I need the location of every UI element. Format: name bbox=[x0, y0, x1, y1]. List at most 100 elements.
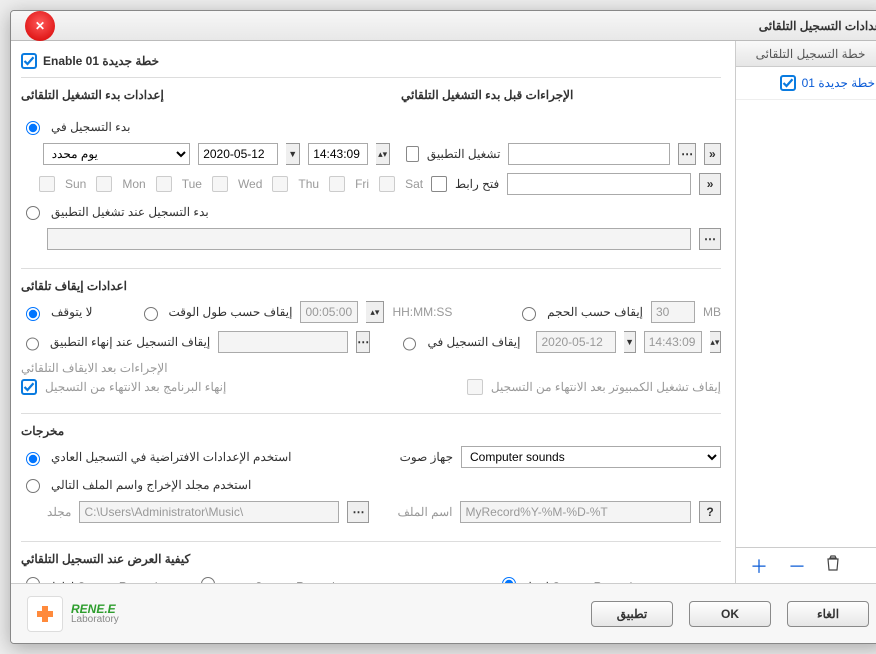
start-at-radio[interactable] bbox=[26, 121, 40, 135]
duration-unit: HH:MM:SS bbox=[392, 305, 452, 319]
cancel-button[interactable]: الغاء bbox=[787, 601, 869, 627]
filename-help[interactable]: ? bbox=[699, 501, 721, 523]
run-app-label: تشغيل التطبيق bbox=[427, 147, 501, 161]
brand-name: RENE.E bbox=[71, 603, 119, 615]
nostop-radio[interactable] bbox=[26, 307, 40, 321]
start-on-app-input[interactable] bbox=[47, 228, 691, 250]
sidebar-header: خطة التسجيل التلقائى bbox=[736, 41, 876, 67]
output-section: مخرجات استخدم الإعدادات الافتراضية في ال… bbox=[21, 424, 721, 542]
autostop-heading: اعدادات إيقاف تلقائى bbox=[21, 279, 721, 293]
check-icon bbox=[23, 55, 35, 67]
sound-device-label: جهاز صوت bbox=[400, 450, 453, 464]
open-link-label: فتح رابط bbox=[455, 177, 499, 191]
stop-time-stepper[interactable]: ▴▾ bbox=[710, 331, 721, 353]
date-picker-button[interactable]: ▼ bbox=[286, 143, 300, 165]
stop-date-input[interactable] bbox=[536, 331, 616, 353]
stop-date-picker[interactable]: ▼ bbox=[624, 331, 635, 353]
time-input[interactable] bbox=[308, 143, 368, 165]
open-link-input[interactable] bbox=[507, 173, 691, 195]
autostart-heading: إعدادات بدء التشغيل التلقائى bbox=[21, 88, 164, 102]
run-app-input[interactable] bbox=[508, 143, 670, 165]
day-fri-label: Fri bbox=[355, 177, 369, 191]
ok-button[interactable]: OK bbox=[689, 601, 771, 627]
stop-on-app-exit-input[interactable] bbox=[218, 331, 348, 353]
start-on-app-label: بدء التسجيل عند تشغيل التطبيق bbox=[51, 205, 209, 219]
enable-checkbox[interactable] bbox=[21, 53, 37, 69]
use-default-radio[interactable] bbox=[26, 452, 40, 466]
main-panel: Enable 01 خطة جديدة إعدادات بدء التشغيل … bbox=[11, 41, 735, 583]
size-input[interactable] bbox=[651, 301, 695, 323]
enable-label: Enable 01 خطة جديدة bbox=[43, 54, 159, 68]
enable-row: Enable 01 خطة جديدة bbox=[21, 53, 721, 78]
brand-logo: RENE.E Laboratory bbox=[27, 596, 119, 632]
day-fri[interactable] bbox=[329, 176, 345, 192]
plan-enabled-icon bbox=[780, 75, 796, 91]
filename-label: اسم الملف bbox=[397, 505, 452, 519]
day-wed[interactable] bbox=[212, 176, 228, 192]
run-app-checkbox[interactable] bbox=[406, 146, 419, 162]
stop-on-app-exit-browse[interactable]: ⋯ bbox=[356, 331, 370, 353]
day-thu-label: Thu bbox=[298, 177, 319, 191]
open-link-go[interactable]: » bbox=[699, 173, 721, 195]
run-app-go[interactable]: » bbox=[704, 143, 721, 165]
use-default-label: استخدم الإعدادات الافتراضية في التسجيل ا… bbox=[51, 450, 292, 464]
time-stepper[interactable]: ▴▾ bbox=[376, 143, 390, 165]
byduration-radio[interactable] bbox=[144, 307, 158, 321]
duration-input[interactable] bbox=[300, 301, 358, 323]
day-tue-label: Tue bbox=[182, 177, 202, 191]
stop-at-radio[interactable] bbox=[403, 337, 416, 351]
day-tue[interactable] bbox=[156, 176, 172, 192]
date-input[interactable] bbox=[198, 143, 278, 165]
folder-browse[interactable]: ⋯ bbox=[347, 501, 369, 523]
run-app-browse[interactable]: ⋯ bbox=[678, 143, 695, 165]
bysize-radio[interactable] bbox=[522, 307, 536, 321]
stop-on-app-exit-radio[interactable] bbox=[26, 337, 39, 351]
trash-icon bbox=[826, 555, 840, 571]
day-mon[interactable] bbox=[96, 176, 112, 192]
start-on-app-radio[interactable] bbox=[26, 206, 40, 220]
custom-folder-radio[interactable] bbox=[26, 479, 40, 493]
add-plan-button[interactable]: ＋ bbox=[750, 553, 768, 579]
sidebar-footer: ＋ － bbox=[736, 547, 876, 583]
check-icon bbox=[782, 77, 794, 89]
stop-time-input[interactable] bbox=[644, 331, 702, 353]
day-sat-label: Sat bbox=[405, 177, 423, 191]
folder-input[interactable] bbox=[79, 501, 339, 523]
quit-after-checkbox[interactable] bbox=[21, 379, 37, 395]
nostop-label: لا يتوقف bbox=[51, 305, 93, 319]
close-button[interactable]: ✕ bbox=[25, 11, 55, 41]
day-sun[interactable] bbox=[39, 176, 55, 192]
day-sun-label: Sun bbox=[65, 177, 86, 191]
after-stop-heading: الإجراءات بعد الايقاف التلقائي bbox=[21, 361, 721, 375]
footer: RENE.E Laboratory تطبيق OK الغاء bbox=[11, 583, 876, 643]
size-unit: MB bbox=[703, 305, 721, 319]
schedule-mode-select[interactable]: يوم محدد bbox=[43, 143, 190, 165]
apply-button[interactable]: تطبيق bbox=[591, 601, 673, 627]
shutdown-label: إيقاف تشغيل الكمبيوتر بعد الانتهاء من ال… bbox=[491, 380, 721, 394]
check-icon bbox=[23, 381, 35, 393]
titlebar: إعدادات التسجيل التلقائى ✕ bbox=[11, 11, 876, 41]
sound-device-select[interactable]: Computer sounds bbox=[461, 446, 721, 468]
sidebar-item-plan[interactable]: خطة جديدة 01 bbox=[736, 67, 876, 100]
close-icon: ✕ bbox=[35, 19, 45, 33]
weekday-row: Sun Mon Tue Wed Thu Fri Sat bbox=[39, 176, 423, 192]
shutdown-checkbox[interactable] bbox=[467, 379, 483, 395]
delete-plan-button[interactable] bbox=[826, 555, 840, 576]
preactions-heading: الإجراءات قبل بدء التشغيل التلقائي bbox=[401, 88, 721, 102]
start-at-label: بدء التسجيل في bbox=[51, 120, 130, 134]
remove-plan-button[interactable]: － bbox=[788, 553, 806, 579]
bysize-label: إيقاف حسب الحجم bbox=[547, 305, 643, 319]
day-sat[interactable] bbox=[379, 176, 395, 192]
dialog-window: إعدادات التسجيل التلقائى ✕ Enable 01 خطة… bbox=[10, 10, 876, 644]
folder-label: مجلد bbox=[47, 505, 71, 519]
day-wed-label: Wed bbox=[238, 177, 262, 191]
day-thu[interactable] bbox=[272, 176, 288, 192]
sidebar: خطة التسجيل التلقائى خطة جديدة 01 ＋ － bbox=[735, 41, 876, 583]
duration-stepper[interactable]: ▴▾ bbox=[366, 301, 384, 323]
filename-input[interactable] bbox=[460, 501, 691, 523]
sidebar-item-label: خطة جديدة 01 bbox=[802, 76, 875, 90]
day-mon-label: Mon bbox=[122, 177, 145, 191]
body: Enable 01 خطة جديدة إعدادات بدء التشغيل … bbox=[11, 41, 876, 583]
start-on-app-browse[interactable]: ⋯ bbox=[699, 228, 721, 250]
open-link-checkbox[interactable] bbox=[431, 176, 447, 192]
